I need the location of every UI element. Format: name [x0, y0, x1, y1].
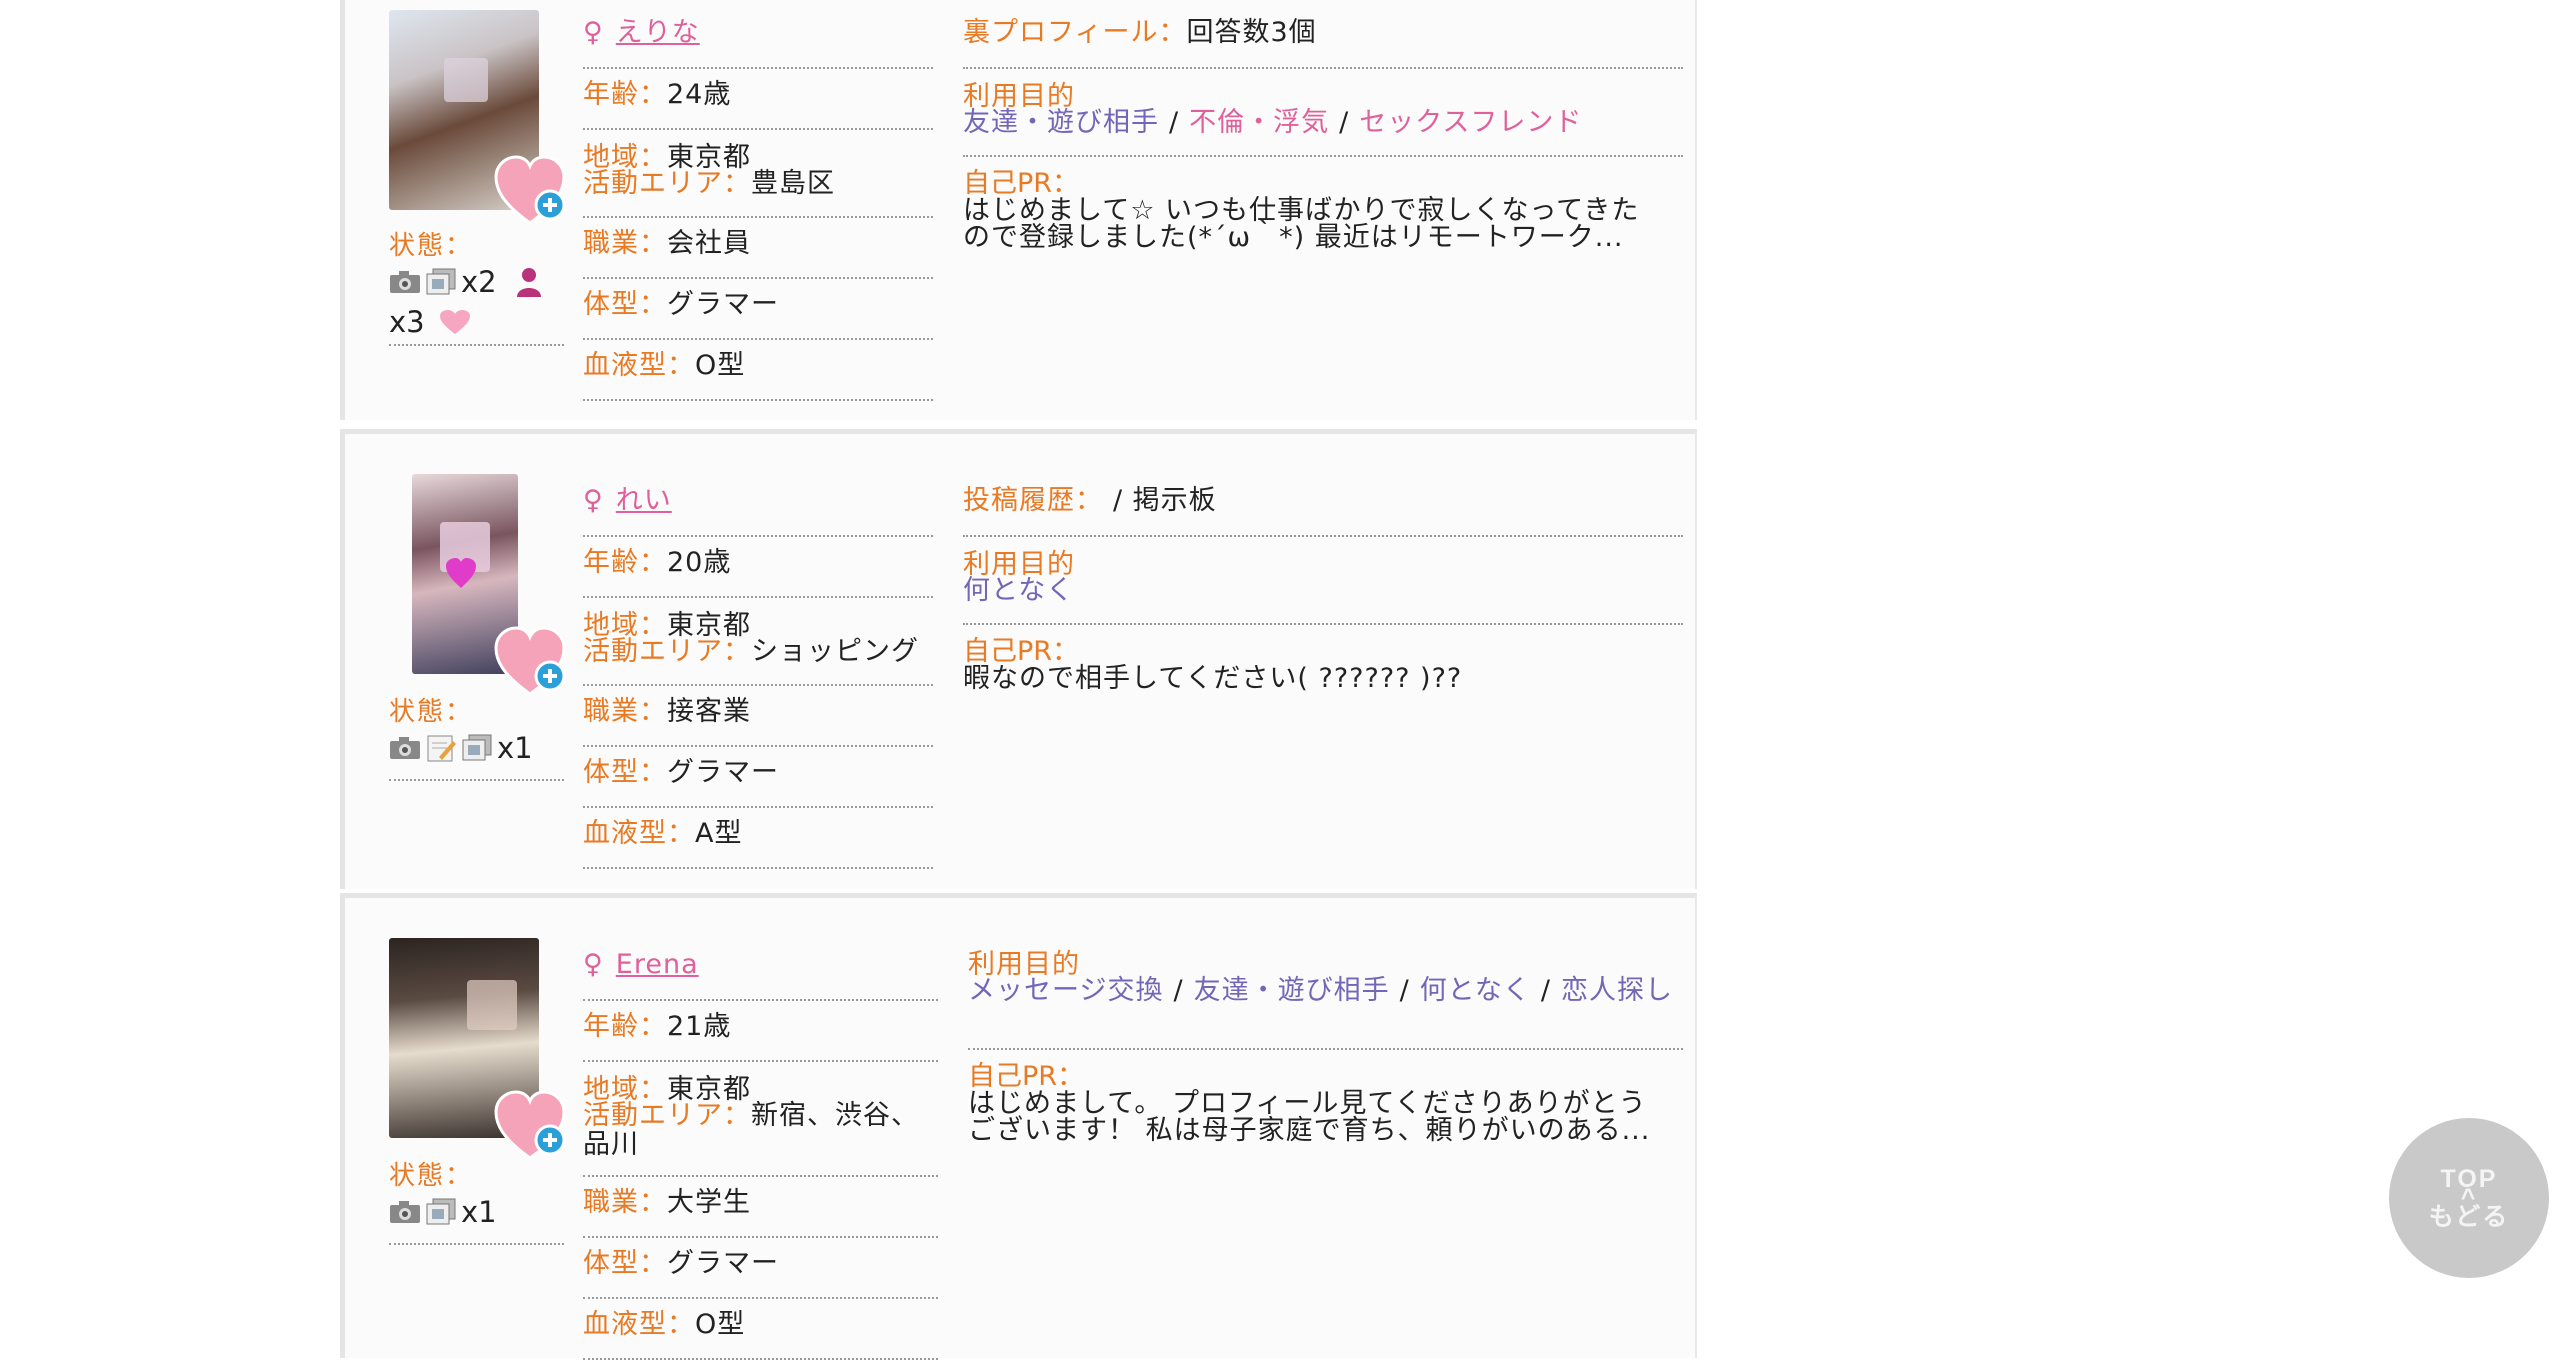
blood-label: 血液型：	[583, 350, 695, 381]
favorite-add-icon[interactable]	[492, 153, 572, 233]
status-label: 状態：	[389, 697, 474, 727]
basic-info: ♀ れい 年齢：20歳 地域：東京都 活動エリア：ショッピング 職業：接客業 体型…	[583, 486, 933, 869]
female-icon: ♀	[583, 949, 604, 980]
purpose-tag[interactable]: 友達・遊び相手	[963, 107, 1159, 138]
photo-count: x1	[461, 1195, 497, 1229]
purpose-tag[interactable]: 不倫・浮気	[1189, 107, 1329, 138]
pr-label: 自己PR：	[963, 636, 1080, 667]
detail-info: 利用目的 メッセージ交換 / 友達・遊び相手 / 何となく / 恋人探し 自己PR： はじめ…	[968, 950, 1683, 1144]
body-value: グラマー	[667, 757, 779, 788]
purpose-tag[interactable]: 恋人探し	[1561, 975, 1673, 1006]
profile-name-link[interactable]: れい	[616, 485, 672, 516]
purpose-tag[interactable]: 友達・遊び相手	[1194, 975, 1390, 1006]
basic-info: ♀ Erena 年齢：21歳 地域：東京都 活動エリア：新宿、渋谷、品川 職業：大…	[583, 950, 938, 1360]
status-label: 状態：	[389, 231, 474, 261]
camera-icon	[390, 737, 420, 759]
top-button-sublabel: もどる	[2428, 1203, 2510, 1231]
blood-label: 血液型：	[583, 818, 695, 849]
purpose-tag[interactable]: セックスフレンド	[1359, 107, 1582, 138]
secret-profile-value: 回答数3個	[1186, 17, 1317, 48]
age-value: 21歳	[667, 1011, 732, 1042]
purpose-tag[interactable]: メッセージ交換	[968, 975, 1163, 1006]
female-icon: ♀	[583, 17, 604, 48]
body-value: グラマー	[667, 289, 779, 320]
area-value: ショッピング	[751, 636, 919, 667]
profile-card[interactable]: 状態： x1 ♀ れい 年齢：20歳 地域：東京都 活動エリア：ショッピング 職業…	[340, 429, 1697, 889]
basic-info: ♀ えりな 年齢：24歳 地域：東京都 活動エリア：豊島区 職業：会社員 体型：グ…	[583, 18, 933, 401]
photo-count: x2	[461, 265, 497, 299]
age-label: 年齢：	[583, 79, 667, 110]
pr-text: はじめまして。 プロフィール見てくださりありがとうございます！ 私は母子家庭で育…	[968, 1088, 1651, 1146]
friend-count: x3	[389, 305, 425, 339]
area-value: 豊島区	[751, 168, 835, 199]
area-label: 活動エリア：	[583, 636, 751, 667]
purpose-tag[interactable]: 何となく	[1420, 975, 1531, 1006]
job-value: 大学生	[667, 1187, 751, 1218]
age-label: 年齢：	[583, 1011, 667, 1042]
blood-value: O型	[695, 1309, 746, 1340]
profile-card[interactable]: 状態： x1 ♀ Erena 年齢：21歳 地域：東京都 活動エリア：新宿、渋谷、…	[340, 893, 1697, 1360]
secret-profile-label: 裏プロフィール：	[963, 17, 1187, 48]
photo-stack-icon	[462, 734, 492, 761]
job-value: 会社員	[667, 228, 751, 259]
person-icon	[516, 268, 541, 297]
age-label: 年齢：	[583, 547, 667, 578]
favorite-add-icon[interactable]	[492, 624, 572, 704]
area-label: 活動エリア：	[583, 1100, 751, 1131]
pr-label: 自己PR：	[963, 168, 1080, 199]
status-block: 状態： x1	[389, 1158, 564, 1230]
post-history-label: 投稿履歴：	[963, 485, 1103, 516]
post-history-value[interactable]: / 掲示板	[1113, 485, 1217, 516]
body-label: 体型：	[583, 1248, 667, 1279]
age-value: 24歳	[667, 79, 732, 110]
blood-value: A型	[695, 818, 743, 849]
pr-label: 自己PR：	[968, 1061, 1085, 1092]
heart-icon	[439, 310, 470, 334]
blood-label: 血液型：	[583, 1309, 695, 1340]
back-to-top-button[interactable]: TOP ^ もどる	[2389, 1118, 2549, 1278]
job-value: 接客業	[667, 696, 751, 727]
body-label: 体型：	[583, 289, 667, 320]
female-icon: ♀	[583, 485, 604, 516]
favorite-add-icon[interactable]	[492, 1088, 572, 1168]
job-label: 職業：	[583, 1187, 667, 1218]
detail-info: 裏プロフィール：回答数3個 利用目的 友達・遊び相手 / 不倫・浮気 / セックスフレン…	[963, 18, 1683, 251]
photo-stack-icon	[426, 268, 456, 295]
purpose-tag[interactable]: 何となく	[963, 575, 1074, 606]
camera-icon	[390, 271, 420, 293]
status-block: 状態： x2 x3	[389, 228, 564, 340]
body-value: グラマー	[667, 1248, 779, 1279]
profile-name-link[interactable]: Erena	[616, 949, 699, 980]
area-label: 活動エリア：	[583, 168, 751, 199]
body-label: 体型：	[583, 757, 667, 788]
notepad-icon	[427, 735, 456, 762]
pr-text: はじめまして☆ いつも仕事ばかりで寂しくなってきたので登録しました(*´ω｀*)…	[963, 195, 1640, 253]
photo-stack-icon	[426, 1198, 456, 1225]
profile-name-link[interactable]: えりな	[616, 17, 700, 48]
status-block: 状態： x1	[389, 694, 564, 766]
profile-card[interactable]: 状態： x2 x3 ♀ えりな 年齢：24歳 地域：東京都 活動エリア：豊島区 職…	[340, 0, 1697, 420]
camera-icon	[390, 1201, 420, 1223]
age-value: 20歳	[667, 547, 732, 578]
detail-info: 投稿履歴： / 掲示板 利用目的 何となく 自己PR： 暇なので相手してください(…	[963, 486, 1683, 692]
pr-text: 暇なので相手してください( ?????? )??	[963, 663, 1463, 694]
status-label: 状態：	[389, 1161, 474, 1191]
job-label: 職業：	[583, 228, 667, 259]
blood-value: O型	[695, 350, 746, 381]
job-label: 職業：	[583, 696, 667, 727]
photo-count: x1	[497, 731, 533, 765]
